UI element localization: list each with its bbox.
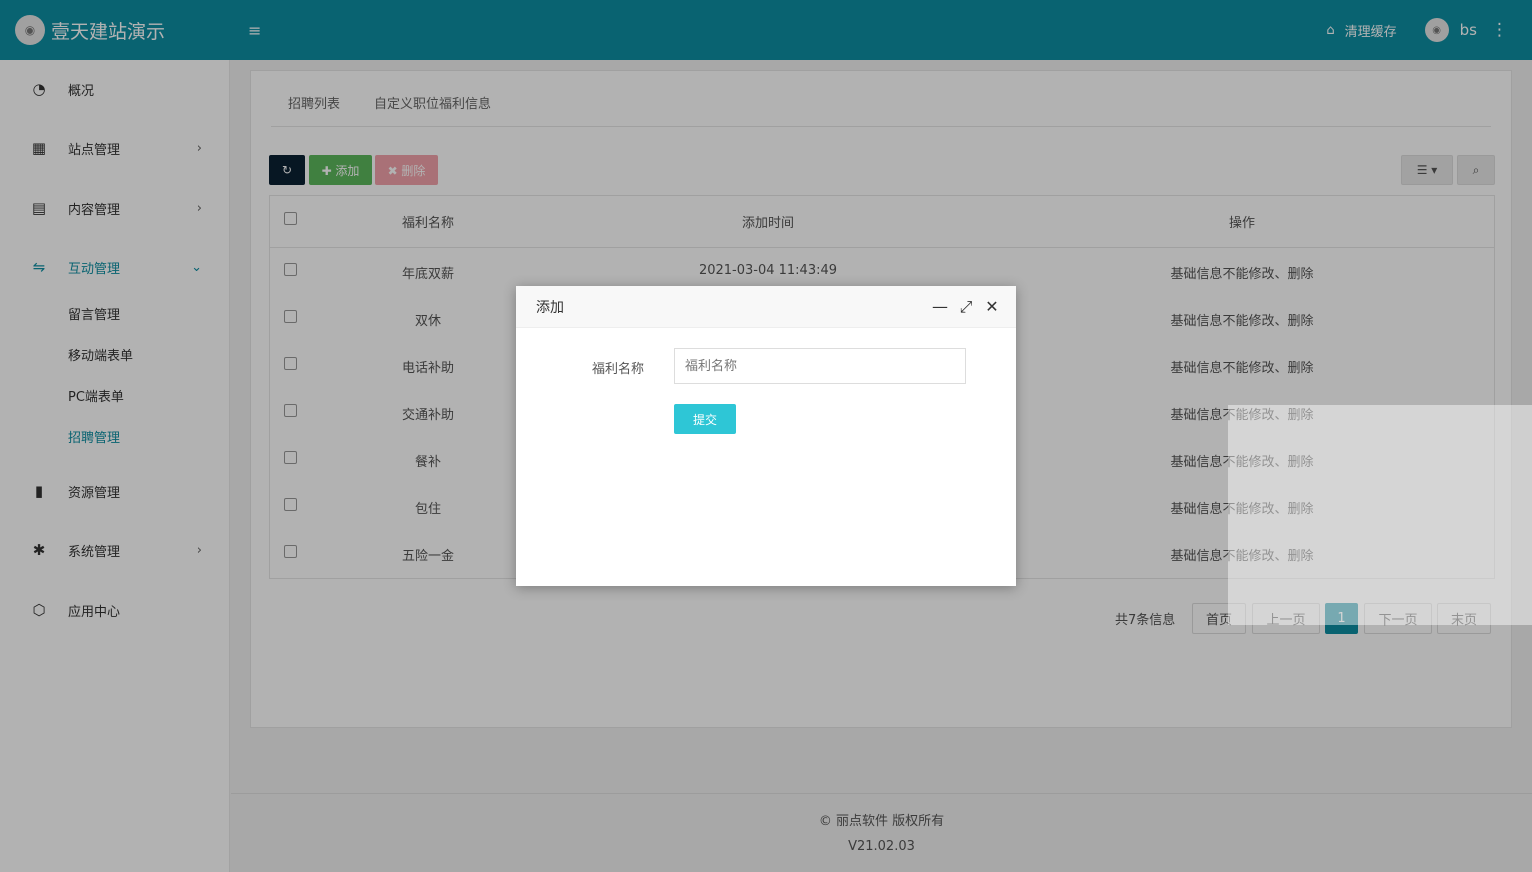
dialog-controls: — ⤢ ✕ — [922, 299, 1000, 315]
add-dialog: 添加 — ⤢ ✕ 福利名称 提交 — [516, 286, 1016, 586]
minimize-icon[interactable]: — — [932, 299, 948, 315]
maximize-icon[interactable]: ⤢ — [958, 299, 974, 315]
close-icon[interactable]: ✕ — [984, 299, 1000, 315]
benefit-name-label: 福利名称 — [591, 362, 644, 377]
light-overlay — [1228, 405, 1532, 625]
submit-button[interactable]: 提交 — [674, 404, 736, 434]
benefit-name-input[interactable] — [674, 348, 966, 384]
dialog-title: 添加 — [536, 299, 564, 316]
